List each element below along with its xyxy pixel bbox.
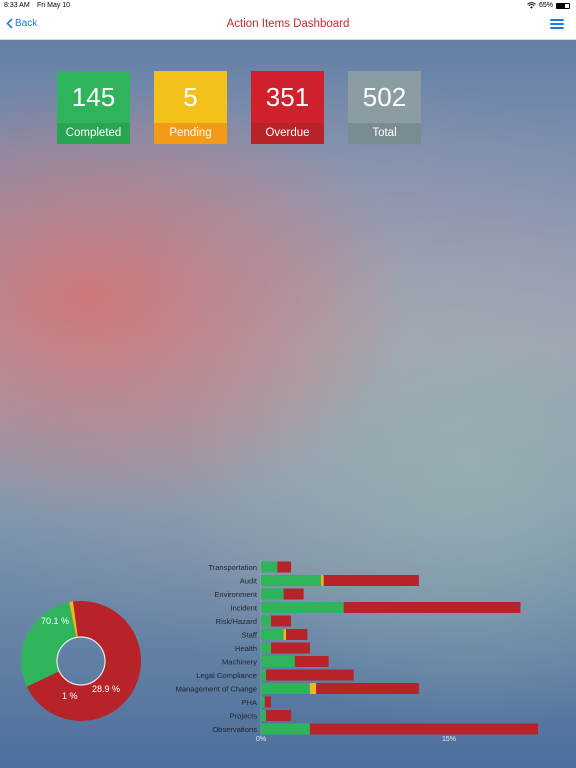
bar-segment-overdue <box>309 723 538 735</box>
category-label: Legal Compliance <box>196 671 257 680</box>
status-right: 65% <box>527 2 570 9</box>
category-label: Machinery <box>222 658 257 667</box>
menu-icon[interactable] <box>550 17 564 31</box>
overdue-card[interactable]: 351 Overdue <box>251 71 324 144</box>
bar-segment-completed <box>261 629 284 640</box>
bar-segment-overdue <box>266 669 354 681</box>
bar-segment-completed <box>261 602 344 613</box>
bar-segment-completed <box>261 588 284 600</box>
overdue-count: 351 <box>251 71 324 123</box>
pending-label: Pending <box>154 123 227 144</box>
bar-segment-completed <box>261 575 322 586</box>
slice-completed <box>20 602 77 687</box>
bar-segment-completed <box>261 642 272 654</box>
category-label: PHA <box>241 698 258 707</box>
total-card[interactable]: 502 Total <box>348 71 421 144</box>
status-donut-chart: 70.1 % 28.9 % 1 % <box>20 600 142 722</box>
battery-percent: 65% <box>538 2 553 9</box>
bar-segment-completed <box>261 656 295 667</box>
category-label: Health <box>235 644 257 653</box>
battery-icon <box>556 2 570 9</box>
bar-segment-overdue <box>264 696 272 708</box>
status-time: 8:33 AM <box>4 2 30 9</box>
bar-segment-overdue <box>283 588 304 600</box>
category-label: Transportation <box>208 563 257 572</box>
bar-segment-completed <box>261 696 265 708</box>
bar-segment-overdue <box>286 629 308 640</box>
donut-hole <box>56 636 106 686</box>
completed-card[interactable]: 145 Completed <box>57 71 130 144</box>
bar-segment-overdue <box>343 602 521 613</box>
bar-segment-overdue <box>294 656 329 667</box>
wifi-icon <box>527 2 536 9</box>
bar-segment-completed <box>261 723 310 735</box>
bar-segment-pending <box>309 683 317 694</box>
bar-segment-completed <box>261 710 267 721</box>
bar-segment-completed <box>261 561 278 573</box>
bar-segment-overdue <box>277 561 292 573</box>
bar-segment-overdue <box>266 710 292 721</box>
bar-segment-completed <box>261 683 310 694</box>
category-label: Incident <box>230 604 257 613</box>
bar-segment-pending <box>283 629 287 640</box>
nav-bar: Back Action Items Dashboard <box>0 12 576 40</box>
bar-segment-overdue <box>271 615 292 627</box>
category-label: Environment <box>214 590 258 599</box>
total-label: Total <box>348 123 421 144</box>
bar-segment-overdue <box>271 642 310 654</box>
category-label: Risk/Hazard <box>216 617 257 626</box>
bar-segment-completed <box>261 669 267 681</box>
pending-count: 5 <box>154 71 227 123</box>
category-label: Observations <box>212 725 257 734</box>
category-label: Audit <box>240 577 258 586</box>
slice-label-completed: 28.9 % <box>92 684 121 694</box>
bar-segment-completed <box>261 615 272 627</box>
status-bar: 8:33 AM Fri May 10 65% <box>0 0 576 12</box>
page-title: Action Items Dashboard <box>226 18 350 30</box>
overdue-label: Overdue <box>251 123 324 144</box>
status-date: Fri May 10 <box>37 2 71 9</box>
completed-label: Completed <box>57 123 130 144</box>
x-tick-label: 15% <box>442 736 456 743</box>
slice-label-overdue: 70.1 % <box>41 616 70 626</box>
completed-count: 145 <box>57 71 130 123</box>
bar-segment-overdue <box>323 575 419 586</box>
slice-label-pending: 1 % <box>62 691 78 701</box>
category-label: Staff <box>242 631 258 640</box>
bar-segment-pending <box>321 575 324 586</box>
x-tick-label: 0% <box>256 736 266 743</box>
pending-card[interactable]: 5 Pending <box>154 71 227 144</box>
category-label: Management of Change <box>176 685 257 694</box>
bar-segment-overdue <box>316 683 419 694</box>
category-label: Projects <box>230 712 258 721</box>
total-count: 502 <box>348 71 421 123</box>
